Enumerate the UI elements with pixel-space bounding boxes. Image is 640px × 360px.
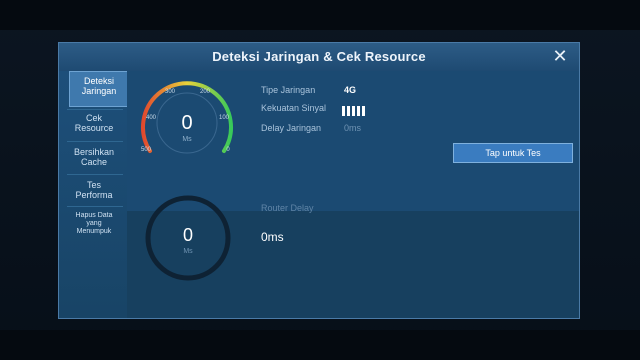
router-delay-ring: 0 Ms	[145, 195, 231, 281]
sidebar-item-label: Menumpuk	[76, 228, 112, 235]
sidebar: Deteksi Jaringan Cek Resource Bersihkan …	[59, 71, 129, 318]
sidebar-item-label: Performa	[75, 190, 113, 200]
delay-gauge: 500 400 300 200 100 0 0 Ms	[141, 81, 233, 154]
router-delay-label: Router Delay	[261, 203, 314, 213]
sidebar-divider	[67, 141, 123, 142]
sidebar-item-label: Bersihkan	[73, 147, 115, 157]
gauge-tick: 500	[141, 147, 152, 153]
dialog-titlebar: Deteksi Jaringan & Cek Resource ✕	[59, 43, 579, 72]
sidebar-divider	[67, 174, 123, 175]
gauge-tick: 200	[200, 89, 211, 95]
network-type-value: 4G	[344, 85, 357, 95]
router-ring-value: 0	[183, 225, 193, 245]
gauge-tick: 400	[146, 115, 157, 121]
sidebar-item-label: Deteksi	[83, 76, 114, 86]
sidebar-item-label: Cek	[85, 113, 102, 123]
network-delay-value: 0ms	[344, 123, 362, 133]
sidebar-item-label: yang	[86, 220, 102, 227]
gauge-value: 0	[181, 112, 192, 134]
close-icon[interactable]: ✕	[551, 47, 569, 65]
tap-to-test-button[interactable]: Tap untuk Tes	[453, 143, 573, 163]
gauge-unit: Ms	[182, 136, 192, 143]
sidebar-item-label: Jaringan	[81, 86, 117, 96]
signal-strength-label: Kekuatan Sinyal	[261, 103, 327, 113]
sidebar-item-cek-resource[interactable]: Cek Resource	[65, 113, 123, 133]
sidebar-divider	[67, 206, 123, 207]
gauge-tick: 100	[219, 115, 230, 121]
router-delay-value: 0ms	[261, 230, 284, 244]
sidebar-item-label: Hapus Data	[75, 212, 113, 219]
sidebar-item-deteksi-jaringan[interactable]: Deteksi Jaringan	[69, 71, 129, 107]
sidebar-item-label: Tes	[86, 180, 101, 190]
signal-bars-icon	[342, 103, 367, 121]
network-dialog: Deteksi Jaringan & Cek Resource ✕ Deteks…	[58, 42, 580, 319]
dialog-title: Deteksi Jaringan & Cek Resource	[212, 49, 426, 64]
router-ring-unit: Ms	[183, 248, 193, 255]
sidebar-item-label: Cache	[80, 157, 107, 167]
sidebar-item-hapus-data[interactable]: Hapus Data yang Menumpuk	[65, 212, 123, 236]
network-type-label: Tipe Jaringan	[261, 85, 316, 95]
sidebar-item-tes-performa[interactable]: Tes Performa	[65, 180, 123, 200]
sidebar-item-bersihkan-cache[interactable]: Bersihkan Cache	[65, 147, 123, 167]
gauge-tick: 300	[165, 89, 176, 95]
network-delay-label: Delay Jaringan	[261, 123, 322, 133]
sidebar-divider	[67, 109, 123, 110]
gauge-tick: 0	[226, 147, 230, 153]
sidebar-item-label: Resource	[74, 123, 114, 133]
